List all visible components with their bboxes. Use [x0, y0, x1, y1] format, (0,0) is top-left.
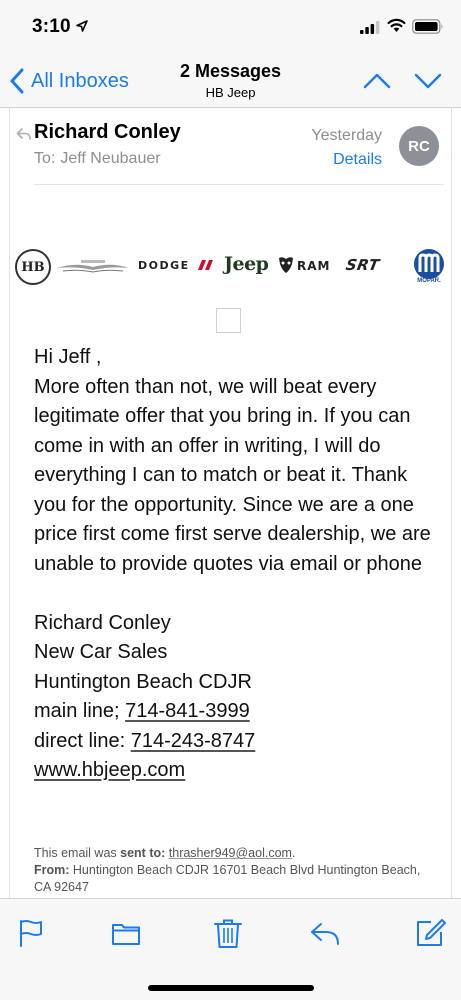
status-bar: 3:10: [0, 0, 461, 56]
recipient-line: To: Jeff Neubauer: [34, 150, 161, 168]
location-arrow-icon: [76, 20, 88, 32]
dodge-logo: DODGE: [138, 259, 190, 272]
header-divider: [34, 184, 444, 185]
email-body: Hi Jeff , More often than not, we will b…: [34, 343, 444, 786]
thread-title: 2 Messages: [179, 61, 282, 81]
mopar-wordmark: MOPAR.: [417, 278, 441, 284]
main-line-phone-link[interactable]: 714-841-3999: [125, 700, 250, 722]
chevron-up-icon[interactable]: [362, 70, 392, 92]
from-line: From: Huntington Beach CDJR 16701 Beach …: [34, 862, 434, 896]
direct-line-row: direct line: 714-243-8747: [34, 727, 444, 757]
navigation-bar: All Inboxes 2 Messages HB Jeep: [0, 56, 461, 108]
brand-logo-strip: HB DODGE Jeep RAM SRT MOPAR.: [13, 247, 450, 289]
email-footer: This email was sent to: thrasher949@aol.…: [34, 845, 434, 896]
missing-image-placeholder: [216, 308, 241, 333]
main-line-label: main line;: [34, 700, 126, 722]
sender-name[interactable]: Richard Conley: [34, 121, 181, 144]
signature-title: New Car Sales: [34, 641, 168, 663]
sender-avatar[interactable]: RC: [399, 126, 439, 166]
website-link[interactable]: www.hbjeep.com: [34, 759, 185, 781]
chevron-down-icon[interactable]: [413, 70, 443, 92]
greeting: Hi Jeff ,: [34, 346, 102, 368]
folder-icon[interactable]: [110, 917, 142, 949]
sent-to-line: This email was sent to: thrasher949@aol.…: [34, 845, 434, 862]
signature-company: Huntington Beach CDJR: [34, 670, 252, 693]
recipient-name[interactable]: Jeff Neubauer: [60, 150, 160, 167]
trash-icon[interactable]: [212, 917, 244, 949]
chevron-left-icon: [10, 68, 24, 94]
direct-line-label: direct line:: [34, 729, 131, 752]
recipient-email-link[interactable]: thrasher949@aol.com: [169, 846, 292, 860]
cellular-signal-icon: [360, 21, 380, 34]
replied-indicator-icon: [16, 128, 31, 140]
thread-subtitle: HB Jeep: [205, 85, 256, 100]
ram-head-icon: [279, 257, 293, 273]
body-paragraph: More often than not, we will beat every …: [34, 375, 431, 575]
chrysler-wings-logo: [57, 260, 129, 273]
back-button-label: All Inboxes: [31, 69, 129, 92]
direct-line-phone-link[interactable]: 714-243-8747: [131, 730, 256, 752]
status-time: 3:10: [32, 16, 71, 37]
home-indicator[interactable]: [148, 985, 314, 991]
sent-suffix: .: [291, 846, 296, 860]
reply-icon[interactable]: [309, 917, 341, 949]
from-label: From:: [34, 863, 70, 877]
srt-logo: SRT: [344, 256, 382, 274]
website-row: www.hbjeep.com: [34, 756, 444, 786]
ram-logo: RAM: [297, 259, 331, 273]
from-address: Huntington Beach CDJR 16701 Beach Blvd H…: [34, 863, 421, 894]
sent-prefix: This email was: [34, 846, 121, 860]
jeep-logo: Jeep: [224, 253, 269, 275]
main-line-row: main line; 714-841-3999: [34, 697, 444, 727]
message-card: Richard Conley To: Jeff Neubauer Yesterda…: [9, 108, 452, 898]
dodge-stripes-icon: [198, 260, 213, 270]
to-label: To:: [34, 150, 56, 167]
flag-icon[interactable]: [16, 917, 48, 949]
details-link[interactable]: Details: [310, 151, 382, 169]
wifi-icon: [387, 18, 406, 32]
message-date: Yesterday: [311, 127, 382, 144]
signature-name: Richard Conley: [34, 611, 171, 634]
hb-logo: HB: [15, 249, 51, 285]
compose-icon[interactable]: [414, 917, 446, 949]
sent-to-label: sent to:: [120, 846, 166, 860]
battery-icon: [412, 19, 443, 34]
back-to-inboxes-button[interactable]: All Inboxes: [10, 66, 129, 96]
